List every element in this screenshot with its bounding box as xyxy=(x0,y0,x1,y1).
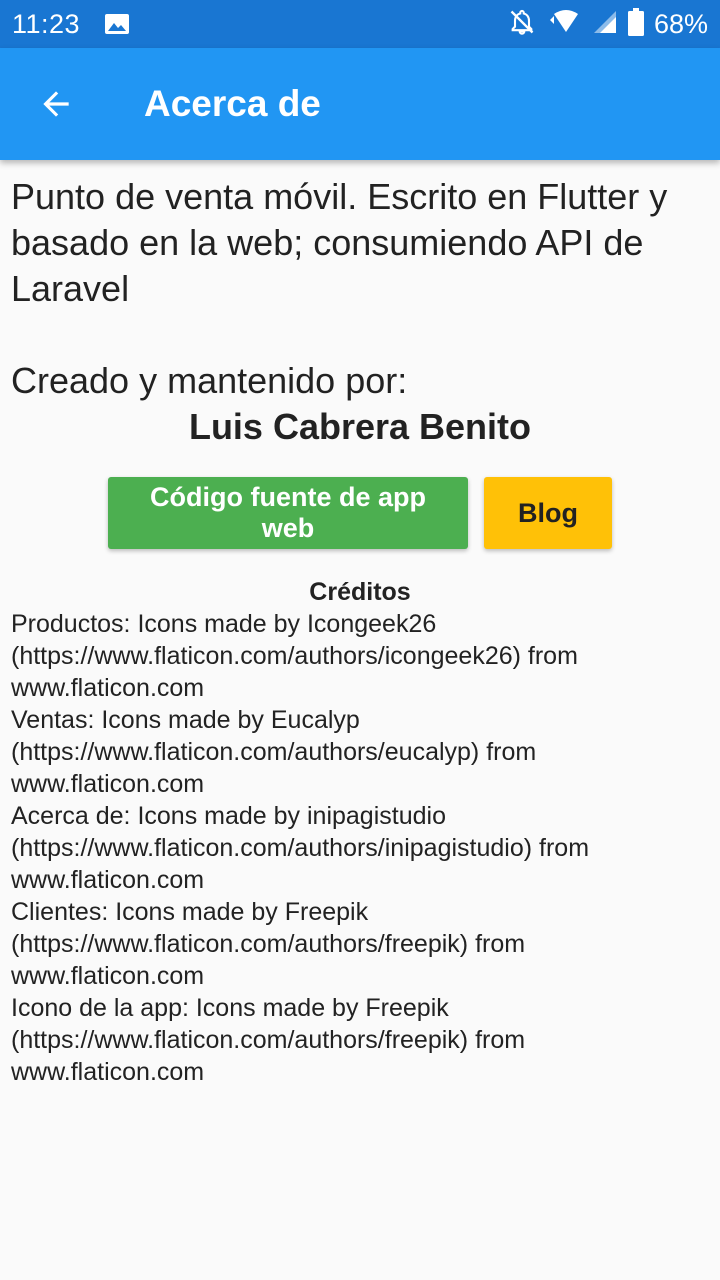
credit-item: Productos: Icons made by Icongeek26 (htt… xyxy=(11,608,709,704)
credit-line: www.flaticon.com xyxy=(11,770,205,798)
app-bar: Acerca de xyxy=(0,48,720,160)
credit-line: Productos: Icons made by Icongeek26 xyxy=(11,610,437,638)
credit-line: www.flaticon.com xyxy=(11,866,205,894)
about-intro: Punto de venta móvil. Escrito en Flutter… xyxy=(11,176,678,309)
author-name: Luis Cabrera Benito xyxy=(188,406,532,447)
credits-list: Productos: Icons made by Icongeek26 (htt… xyxy=(11,608,709,1088)
credits-title: Créditos xyxy=(309,578,411,606)
credit-line: www.flaticon.com xyxy=(11,674,205,702)
notifications-off-icon xyxy=(508,8,536,41)
battery-icon xyxy=(627,7,644,41)
source-code-button[interactable]: Código fuente de app web xyxy=(108,477,468,549)
credit-line: www.flaticon.com xyxy=(11,1058,205,1086)
credit-item: Acerca de: Icons made by inipagistudio (… xyxy=(11,800,709,896)
page-title: Acerca de xyxy=(144,83,321,124)
arrow-back-icon xyxy=(43,91,69,117)
credit-line: (https://www.flaticon.com/authors/freepi… xyxy=(11,930,526,958)
credit-line: (https://www.flaticon.com/authors/inipag… xyxy=(11,834,590,862)
blog-button[interactable]: Blog xyxy=(484,477,612,549)
image-icon xyxy=(104,13,130,35)
created-by-label: Creado y mantenido por: xyxy=(11,360,408,401)
status-time: 11:23 xyxy=(12,8,81,39)
credit-line: Acerca de: Icons made by inipagistudio xyxy=(11,802,446,830)
credit-line: Icono de la app: Icons made by Freepik xyxy=(11,994,449,1022)
battery-percent: 68% xyxy=(653,8,708,39)
status-icons: 68% xyxy=(508,7,708,41)
status-bar: 11:23 68% xyxy=(0,0,720,48)
back-button[interactable] xyxy=(28,76,84,132)
credit-line: (https://www.flaticon.com/authors/eucaly… xyxy=(11,738,537,766)
credit-item: Icono de la app: Icons made by Freepik (… xyxy=(11,992,709,1088)
credit-item: Ventas: Icons made by Eucalyp (https://w… xyxy=(11,704,709,800)
credit-line: (https://www.flaticon.com/authors/freepi… xyxy=(11,1026,526,1054)
credit-item: Clientes: Icons made by Freepik (https:/… xyxy=(11,896,709,992)
wifi-icon xyxy=(546,8,582,41)
about-content: Punto de venta móvil. Escrito en Flutter… xyxy=(0,160,720,1088)
credit-line: www.flaticon.com xyxy=(11,962,205,990)
credit-line: Clientes: Icons made by Freepik xyxy=(11,898,369,926)
action-buttons: Código fuente de app web Blog xyxy=(11,477,709,549)
credit-line: Ventas: Icons made by Eucalyp xyxy=(11,706,360,734)
credit-line: (https://www.flaticon.com/authors/iconge… xyxy=(11,642,578,670)
signal-icon xyxy=(592,9,618,40)
